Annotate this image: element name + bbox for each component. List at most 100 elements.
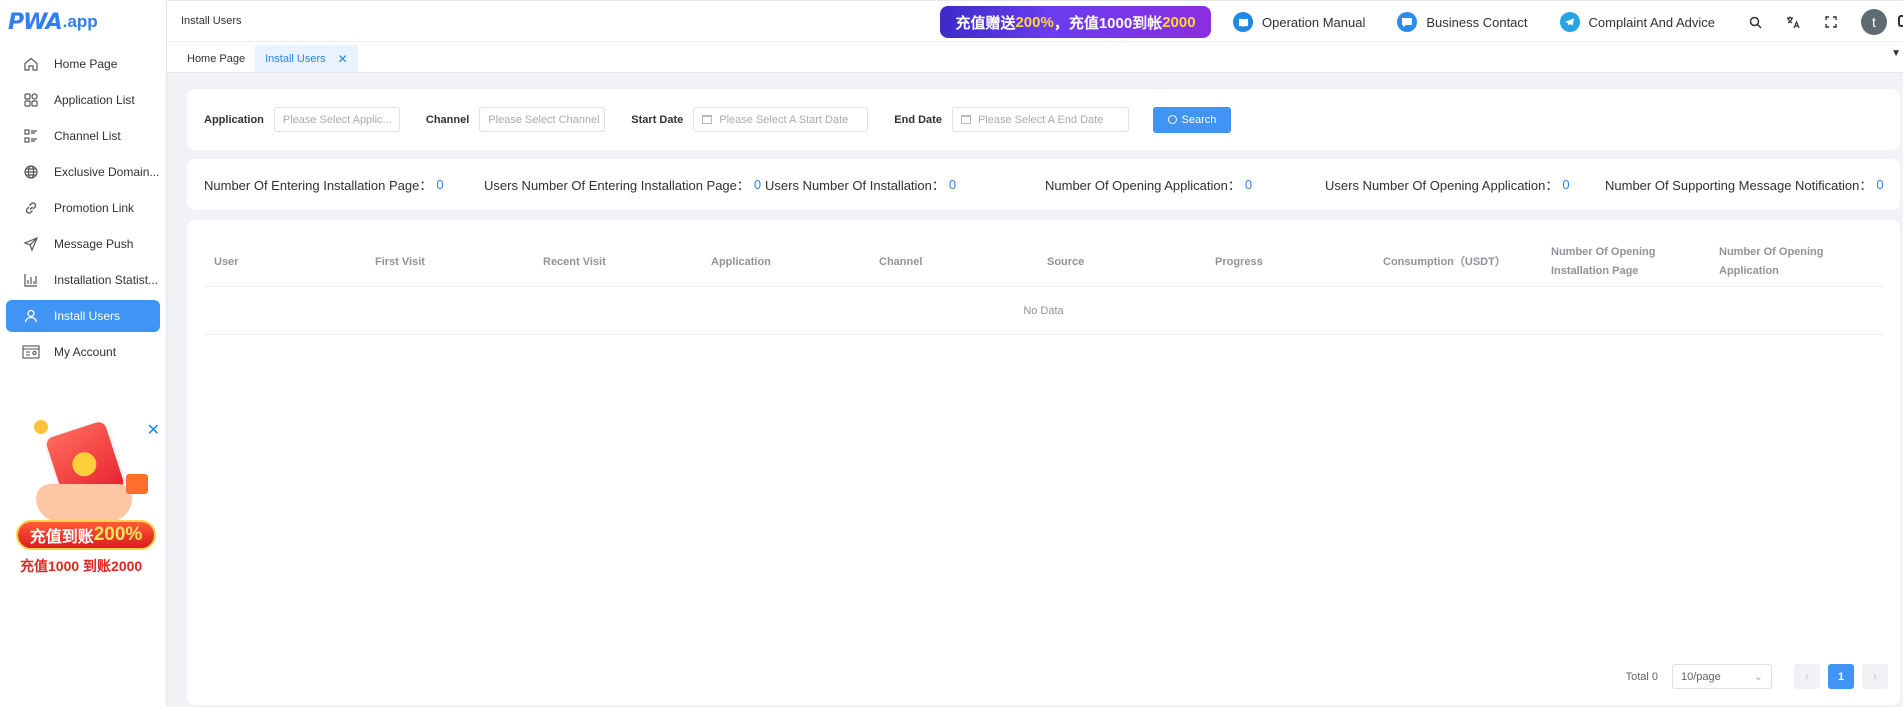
- stat-users-opening-application: Users Number Of Opening Application： 0: [1325, 175, 1605, 194]
- promo-badge-value: 200%: [93, 524, 143, 545]
- book-icon: [1233, 12, 1254, 32]
- telegram-icon: [1559, 12, 1580, 32]
- close-icon[interactable]: ✕: [147, 420, 160, 440]
- page-size-select[interactable]: 10/page ⌄: [1672, 664, 1772, 689]
- sidebar-item-label: Message Push: [54, 237, 134, 251]
- column-channel: Channel: [879, 255, 923, 268]
- column-consumption: Consumption（USDT）: [1383, 255, 1506, 268]
- stat-label: Number Of Supporting Message Notificatio…: [1605, 178, 1873, 193]
- stat-opening-application: Number Of Opening Application： 0: [1045, 175, 1325, 194]
- stat-label: Number Of Opening Application：: [1045, 178, 1241, 193]
- stat-users-entering-installation-page: Users Number Of Entering Installation Pa…: [484, 175, 765, 194]
- header-actions: 充值赠送 200% ，充值1000到帐 2000 Operation Manual B…: [940, 1, 1903, 43]
- banner-value: 200%: [1015, 13, 1054, 31]
- column-opening-application: Number Of Opening Application: [1719, 246, 1824, 277]
- tab-home-page[interactable]: Home Page: [177, 45, 255, 72]
- globe-icon: [22, 163, 40, 181]
- promo-sub-text: 充值1000 到账2000: [20, 558, 143, 574]
- logo[interactable]: PWA .app: [0, 0, 166, 44]
- sidebar-item-install-users[interactable]: Install Users: [6, 300, 160, 332]
- account-card-icon: [22, 343, 40, 361]
- operation-manual-link[interactable]: Operation Manual: [1233, 12, 1365, 32]
- sidebar-item-label: Promotion Link: [54, 201, 135, 215]
- stat-label: Users Number Of Entering Installation Pa…: [484, 178, 750, 193]
- chat-icon: [1397, 12, 1418, 32]
- sidebar-item-label: My Account: [54, 345, 117, 359]
- sidebar-item-promotion-link[interactable]: Promotion Link: [6, 192, 160, 224]
- end-date-placeholder: Please Select A End Date: [977, 113, 1104, 126]
- stat-users-installation: Users Number Of Installation： 0: [765, 175, 1045, 194]
- link-icon: [22, 199, 40, 217]
- stat-value: 0: [1876, 177, 1884, 192]
- tab-install-users[interactable]: Install Users ✕: [255, 45, 358, 72]
- apps-grid-icon: [22, 91, 40, 109]
- stat-value: 0: [753, 177, 762, 192]
- sidebar-item-label: Install Users: [54, 309, 121, 323]
- application-placeholder: Please Select Applic...: [282, 113, 392, 126]
- channel-label: Channel: [425, 113, 470, 126]
- next-page-button[interactable]: ›: [1862, 664, 1888, 689]
- promo-badge-prefix: 充值到账: [29, 529, 94, 546]
- users-table-card: User First Visit Recent Visit Applicatio…: [187, 220, 1900, 705]
- channel-select[interactable]: Please Select Channel ⌄: [479, 107, 606, 132]
- translate-icon[interactable]: [1785, 14, 1801, 30]
- promo-ad[interactable]: ✕ 充值到账 200% 充值1000 到账2000: [10, 414, 160, 579]
- logo-suffix: .app: [62, 12, 98, 31]
- sidebar-item-home[interactable]: Home Page: [6, 48, 160, 80]
- banner-value-2: 2000: [1162, 13, 1196, 31]
- end-date-input[interactable]: Please Select A End Date: [951, 107, 1129, 132]
- calendar-icon: [960, 115, 971, 124]
- stat-value: 0: [436, 177, 444, 192]
- stat-value: 0: [1562, 177, 1570, 192]
- hands-illustration: [36, 484, 132, 522]
- column-recent-visit: Recent Visit: [543, 255, 606, 268]
- sidebar-item-exclusive-domain[interactable]: Exclusive Domain...: [6, 156, 160, 188]
- complaint-advice-link[interactable]: Complaint And Advice: [1559, 12, 1715, 32]
- sidebar-item-my-account[interactable]: My Account: [6, 336, 160, 368]
- tab-label: Install Users: [265, 52, 326, 65]
- search-button-label: Search: [1181, 113, 1217, 126]
- promo-banner[interactable]: 充值赠送 200% ，充值1000到帐 2000: [940, 6, 1212, 38]
- stat-value: 0: [948, 177, 957, 192]
- sidebar-menu: Home Page Application List Channel List …: [0, 48, 166, 368]
- sidebar-item-channel-list[interactable]: Channel List: [6, 120, 160, 152]
- close-icon[interactable]: ✕: [338, 52, 348, 66]
- pagination: Total 0 10/page ⌄ ‹ 1 ›: [1626, 664, 1888, 689]
- operation-manual-label: Operation Manual: [1262, 14, 1366, 30]
- column-application: Application: [711, 255, 771, 268]
- application-select[interactable]: Please Select Applic... ⌄: [273, 107, 400, 132]
- end-date-label: End Date: [894, 113, 942, 126]
- search-button[interactable]: Search: [1152, 106, 1231, 133]
- tab-label: Home Page: [187, 52, 246, 65]
- stat-label: Number Of Entering Installation Page：: [204, 178, 433, 193]
- sidebar-item-label: Exclusive Domain...: [54, 165, 160, 179]
- send-icon: [22, 235, 40, 253]
- page-number-current[interactable]: 1: [1828, 664, 1854, 689]
- sidebar-item-application-list[interactable]: Application List: [6, 84, 160, 116]
- start-date-input[interactable]: Please Select A Start Date: [693, 107, 869, 132]
- search-icon[interactable]: [1747, 14, 1763, 30]
- prev-page-button[interactable]: ‹: [1794, 664, 1820, 689]
- chevron-down-icon[interactable]: ▼: [1891, 48, 1901, 59]
- channel-placeholder: Please Select Channel: [488, 113, 600, 126]
- sidebar-item-label: Application List: [54, 93, 135, 107]
- stat-entering-installation-page: Number Of Entering Installation Page： 0: [204, 175, 484, 194]
- home-icon: [22, 55, 40, 73]
- avatar[interactable]: t: [1861, 9, 1887, 35]
- channel-list-icon: [22, 127, 40, 145]
- banner-prefix: 充值赠送: [955, 14, 1016, 32]
- business-contact-link[interactable]: Business Contact: [1397, 12, 1528, 32]
- column-opening-installation-page: Number Of Opening Installation Page: [1551, 246, 1656, 277]
- business-contact-label: Business Contact: [1426, 14, 1528, 30]
- fullscreen-icon[interactable]: [1823, 14, 1839, 30]
- table-header: User First Visit Recent Visit Applicatio…: [204, 238, 1883, 287]
- breadcrumb: Install Users: [181, 15, 242, 27]
- pagination-total: Total 0: [1625, 670, 1658, 683]
- sidebar-item-installation-statistics[interactable]: Installation Statist...: [6, 264, 160, 296]
- sidebar-item-label: Home Page: [54, 57, 118, 71]
- sidebar: PWA .app Home Page Application List Chan…: [0, 0, 167, 707]
- overflow-icon: [1898, 15, 1903, 27]
- complaint-advice-label: Complaint And Advice: [1588, 14, 1715, 30]
- sidebar-item-message-push[interactable]: Message Push: [6, 228, 160, 260]
- sidebar-item-label: Installation Statist...: [54, 273, 159, 287]
